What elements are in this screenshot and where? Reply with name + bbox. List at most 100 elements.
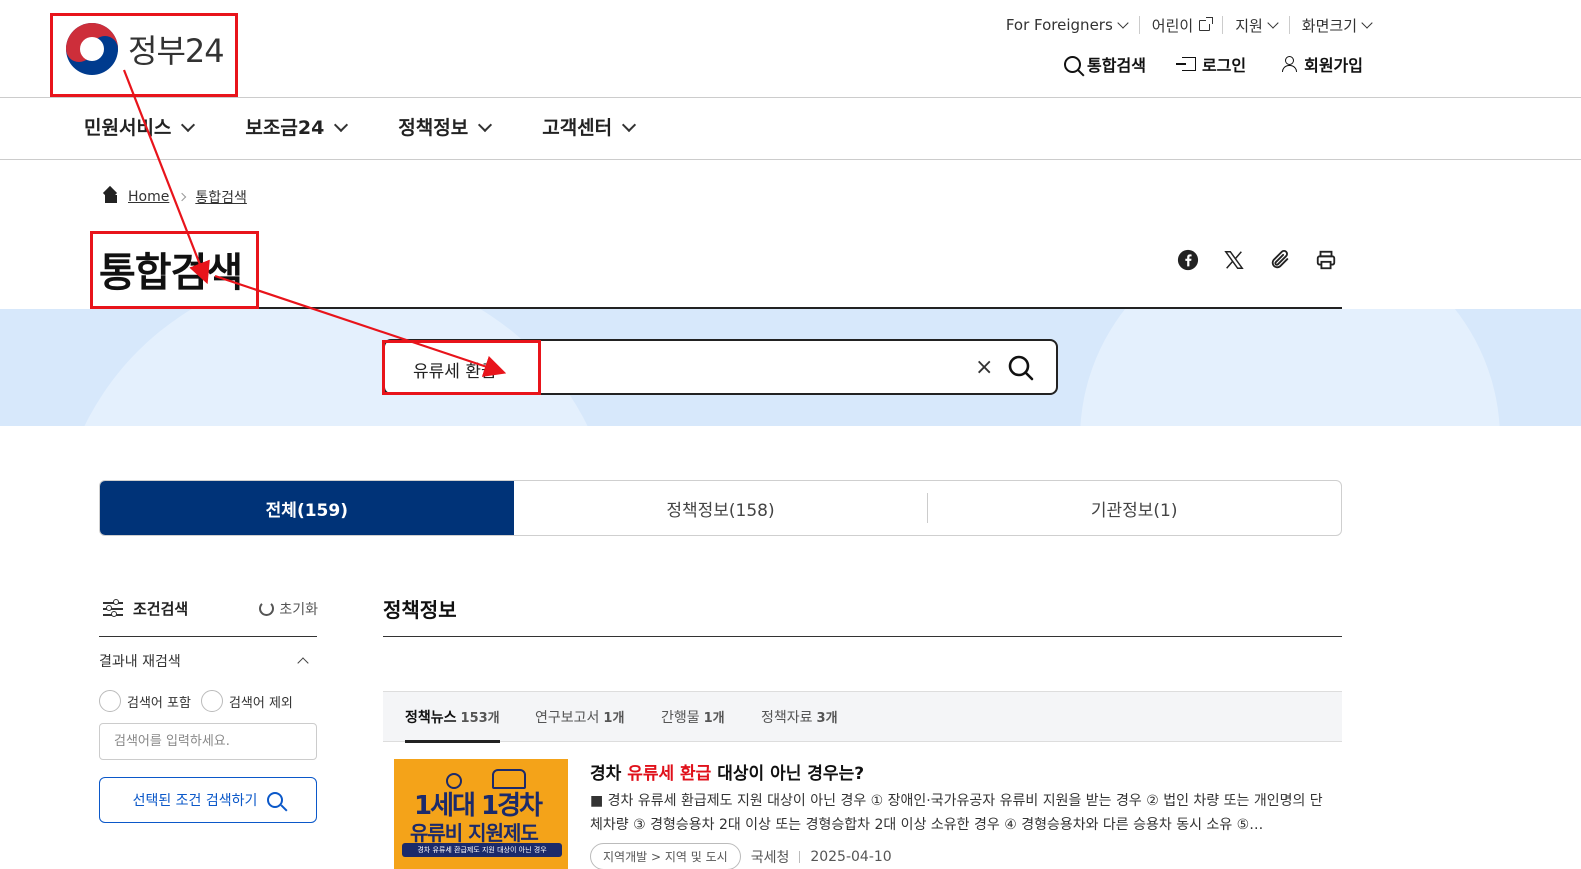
radio-circle[interactable] [99, 690, 121, 712]
facebook-icon[interactable] [1176, 248, 1200, 272]
subtab-publication[interactable]: 간행물 1개 [661, 707, 725, 727]
nav-subsidy24[interactable]: 보조금24 [245, 113, 349, 140]
radio-label: 검색어 포함 [127, 695, 191, 711]
breadcrumb-home[interactable]: Home [128, 189, 169, 205]
filter-title: 조건검색 [103, 598, 188, 619]
tab-agency-info[interactable]: 기관정보(1) [927, 481, 1341, 535]
keyword-input[interactable] [99, 723, 317, 760]
external-link-icon [1199, 16, 1214, 31]
nav-divider [0, 159, 1581, 160]
chevron-right-icon [178, 192, 187, 202]
search-box[interactable]: 유류세 환급 × [383, 339, 1058, 395]
util-label: 지원 [1235, 16, 1263, 35]
header-divider [0, 97, 1581, 98]
quick-label: 회원가입 [1304, 56, 1363, 75]
util-for-foreigners[interactable]: For Foreigners [994, 16, 1139, 34]
result-summary: ■ 경차 유류세 환급제도 지원 대상이 아닌 경우 ① 장애인·국가유공자 유… [590, 793, 1323, 833]
signup-link[interactable]: 회원가입 [1282, 52, 1363, 76]
search-conditions-button[interactable]: 선택된 조건 검색하기 [99, 777, 317, 823]
nav-customer-center[interactable]: 고객센터 [542, 113, 637, 140]
quick-label: 로그인 [1201, 56, 1247, 75]
chevron-down-icon [334, 117, 349, 132]
button-label: 선택된 조건 검색하기 [132, 793, 258, 809]
result-tabs: 전체(159) 정책정보(158) 기관정보(1) [99, 480, 1342, 536]
thumb-line3: 경차 유류세 환급제도 지원 대상이 아닌 경우 [402, 843, 562, 857]
subtab-label: 간행물 [661, 710, 700, 726]
util-label: 화면크기 [1301, 16, 1357, 35]
login-icon [1175, 57, 1196, 71]
taegeuk-emblem-icon [66, 23, 118, 75]
chevron-down-icon [1267, 17, 1279, 29]
result-title-highlight: 유류세 환급 [627, 764, 712, 784]
nav-policy-info[interactable]: 정책정보 [398, 113, 493, 140]
filter-title-label: 조건검색 [133, 600, 189, 618]
result-meta: 지역개발 > 지역 및 도시 국세청 2025-04-10 [590, 843, 892, 869]
radio-include[interactable]: 검색어 포함 [99, 690, 191, 712]
subtab-policy-news[interactable]: 정책뉴스 153개 [405, 707, 500, 743]
util-support[interactable]: 지원 [1222, 16, 1289, 35]
util-font-size[interactable]: 화면크기 [1288, 16, 1383, 35]
subtab-label: 연구보고서 [535, 710, 600, 726]
nav-label: 민원서비스 [84, 117, 172, 139]
search-within-toggle[interactable]: 결과내 재검색 [99, 651, 309, 671]
result-title-post: 대상이 아닌 경우는? [711, 764, 865, 784]
home-icon [104, 191, 118, 203]
share-tools [1176, 248, 1338, 272]
search-input[interactable]: 유류세 환급 [413, 357, 497, 382]
clear-icon[interactable]: × [975, 355, 993, 380]
radio-exclude[interactable]: 검색어 제외 [200, 690, 293, 712]
gov24-logo[interactable]: 정부24 [66, 22, 226, 76]
nav-civil-service[interactable]: 민원서비스 [84, 113, 196, 140]
nav-label: 보조금24 [245, 117, 325, 139]
subtab-count: 1개 [603, 711, 625, 726]
result-title-link[interactable]: 경차 유류세 환급 대상이 아닌 경우는? [590, 759, 864, 784]
chevron-down-icon [181, 117, 196, 132]
result-agency: 국세청 [750, 849, 790, 866]
login-link[interactable]: 로그인 [1175, 52, 1247, 76]
util-kids[interactable]: 어린이 [1138, 16, 1222, 35]
utility-nav: For Foreigners 어린이 지원 화면크기 [994, 16, 1383, 35]
chevron-down-icon [478, 117, 493, 132]
thumb-line2: 유류비 지원제도 [410, 821, 539, 845]
sliders-icon [103, 598, 123, 618]
util-label: For Foreigners [1005, 16, 1113, 34]
search-icon [1064, 55, 1082, 73]
sub-tabs: 정책뉴스 153개 연구보고서 1개 간행물 1개 정책자료 3개 [383, 691, 1342, 743]
chevron-up-icon [297, 657, 309, 669]
paperclip-icon[interactable] [1268, 248, 1292, 272]
radio-label: 검색어 제외 [228, 695, 293, 711]
keyword-mode-radios: 검색어 포함 검색어 제외 [99, 690, 293, 712]
reset-button[interactable]: 초기화 [259, 599, 318, 619]
breadcrumb-current[interactable]: 통합검색 [195, 187, 247, 207]
subtab-count: 1개 [703, 711, 725, 726]
tab-policy-info[interactable]: 정책정보(158) [514, 481, 928, 535]
result-thumbnail[interactable]: 1세대 1경차 유류비 지원제도 경차 유류세 환급제도 지원 대상이 아닌 경… [394, 759, 568, 869]
chevron-down-icon [1361, 17, 1373, 29]
search-submit-icon[interactable] [1007, 354, 1035, 382]
chevron-down-icon [622, 117, 637, 132]
nav-label: 정책정보 [398, 117, 469, 139]
result-date: 2025-04-10 [810, 848, 892, 865]
quick-menu: 통합검색 로그인 회원가입 [1064, 52, 1363, 76]
result-title-pre: 경차 [590, 764, 628, 784]
page-root: 정부24 For Foreigners 어린이 지원 화면크기 통합검색 로그인 [0, 0, 1581, 869]
category-tag[interactable]: 지역개발 > 지역 및 도시 [590, 843, 741, 869]
meta-separator [799, 850, 801, 863]
util-label: 어린이 [1151, 16, 1194, 35]
chevron-down-icon [1117, 17, 1129, 29]
refresh-icon [259, 601, 275, 616]
reset-label: 초기화 [279, 601, 318, 618]
integrated-search-link[interactable]: 통합검색 [1064, 52, 1146, 76]
tab-all[interactable]: 전체(159) [100, 481, 514, 535]
search-icon [267, 792, 284, 808]
nav-label: 고객센터 [542, 117, 613, 139]
logo-text: 정부24 [128, 32, 225, 70]
radio-circle[interactable] [200, 690, 223, 712]
x-twitter-icon[interactable] [1222, 248, 1246, 272]
breadcrumb: Home 통합검색 [104, 187, 247, 207]
print-icon[interactable] [1314, 248, 1338, 272]
filter-divider [99, 636, 317, 637]
quick-label: 통합검색 [1087, 56, 1146, 75]
subtab-policy-material[interactable]: 정책자료 3개 [761, 707, 838, 727]
subtab-research-report[interactable]: 연구보고서 1개 [535, 707, 624, 727]
